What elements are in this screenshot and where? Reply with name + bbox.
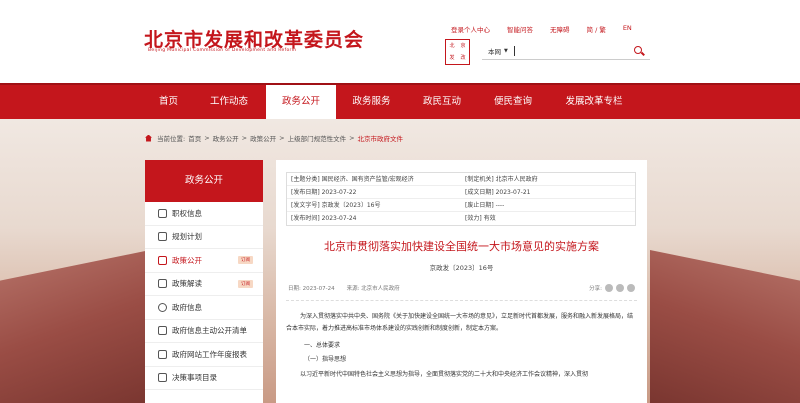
breadcrumb-item[interactable]: 政务公开 [213, 133, 239, 143]
share-bar: 分享: [589, 284, 635, 292]
document-title: 北京市贯彻落实加快建设全国统一大市场意见的实施方案 [324, 240, 599, 253]
meta-row: [发文字号] 京政发〔2023〕16号 [废止日期] ---- [287, 199, 635, 212]
main-nav: 首页 工作动态 政务公开 政务服务 政民互动 便民查询 发展改革专栏 [0, 83, 800, 119]
top-links: 登录个人中心 智能问答 无障碍 简 / 繁 EN [451, 24, 649, 34]
mail-icon [158, 255, 167, 265]
seal-logo: 北京 发改 [445, 39, 470, 65]
sidebar-item-decisions[interactable]: 决策事项目录 [145, 367, 263, 390]
share-weibo-icon[interactable] [616, 284, 624, 292]
divider [286, 300, 637, 301]
subscribe-badge[interactable]: 订阅 [238, 279, 253, 288]
breadcrumb-item[interactable]: 上级部门规范性文件 [288, 133, 347, 143]
intro-paragraph: 为深入贯彻落实中共中央、国务院《关于加快建设全国统一大市场的意见》，立足新时代首… [286, 313, 634, 332]
share-qzone-icon[interactable] [627, 284, 635, 292]
nav-column[interactable]: 发展改革专栏 [549, 85, 639, 119]
section-heading: 一、总体要求 [304, 342, 341, 349]
nav-work-news[interactable]: 工作动态 [192, 85, 266, 119]
nav-home[interactable]: 首页 [145, 85, 192, 119]
sidebar-item-annual-report[interactable]: 政府网站工作年度报表 [145, 343, 263, 367]
home-icon [145, 134, 152, 142]
share-wechat-icon[interactable] [605, 284, 613, 292]
sidebar-item-interpretation[interactable]: 政策解读 订阅 [145, 273, 263, 296]
person-icon [158, 208, 167, 218]
meta-row: [发布时间] 2023-07-24 [效力] 有效 [291, 215, 496, 222]
top-link-english[interactable]: EN [623, 24, 632, 34]
top-link-qa[interactable]: 智能问答 [507, 24, 533, 34]
site-header: 北京市发展和改革委员会 Beijing Municipal Commission… [0, 0, 800, 83]
sidebar-item-plans[interactable]: 规划计划 [145, 226, 263, 249]
top-link-language[interactable]: 简 / 繁 [587, 24, 606, 34]
document-icon [158, 326, 167, 336]
breadcrumb-item[interactable]: 首页 [188, 133, 201, 143]
search-input[interactable] [513, 45, 515, 56]
article-content: [主题分类] 国民经济、国有资产监管/宏观经济 [制定机关] 北京市人民政府 [… [276, 160, 647, 403]
meta-row: [发布日期] 2023-07-22 [成文日期] 2023-07-21 [287, 186, 635, 199]
nav-query[interactable]: 便民查询 [477, 85, 549, 119]
meta-row: [主题分类] 国民经济、国有资产监管/宏观经济 [制定机关] 北京市人民政府 [287, 173, 635, 186]
chevron-down-icon[interactable]: ▼ [504, 48, 508, 54]
sidebar-item-powers[interactable]: 职权信息 [145, 202, 263, 226]
breadcrumb-label: 当前位置: [157, 135, 186, 143]
edit-icon [158, 232, 167, 242]
report-icon [158, 349, 167, 359]
sidebar: 政务公开 职权信息 规划计划 政策公开 订阅 政策解读 订阅 政府信息 政府信息… [145, 160, 263, 403]
search-bar: 本网 ▼ [482, 42, 650, 60]
info-icon [158, 302, 167, 312]
document-number: 京政发〔2023〕16号 [429, 264, 494, 272]
nav-interaction[interactable]: 政民互动 [407, 85, 477, 119]
breadcrumb-current[interactable]: 北京市政府文件 [358, 133, 404, 143]
top-link-accessibility[interactable]: 无障碍 [550, 24, 570, 34]
chat-icon [158, 279, 167, 289]
body-paragraph: 以习近平新时代中国特色社会主义思想为指导，全面贯彻落实党的二十大和中央经济工作会… [300, 371, 589, 378]
site-subtitle: Beijing Municipal Commission of Developm… [148, 48, 297, 53]
nav-gov-services[interactable]: 政务服务 [336, 85, 407, 119]
sidebar-item-policy[interactable]: 政策公开 订阅 [145, 249, 263, 273]
list-icon [158, 373, 167, 383]
sidebar-item-public-list[interactable]: 政府信息主动公开清单 [145, 320, 263, 343]
document-source: 来源: 北京市人民政府 [346, 286, 400, 292]
breadcrumb-item[interactable]: 政策公开 [250, 133, 276, 143]
document-date: 日期: 2023-07-24 [288, 286, 335, 292]
sidebar-item-gov-info[interactable]: 政府信息 [145, 296, 263, 320]
document-info-bar: 日期: 2023-07-24 来源: 北京市人民政府 分享: [286, 284, 637, 292]
top-link-login[interactable]: 登录个人中心 [451, 24, 490, 34]
document-meta-table: [主题分类] 国民经济、国有资产监管/宏观经济 [制定机关] 北京市人民政府 [… [286, 172, 636, 226]
search-scope-select[interactable]: 本网 [488, 46, 501, 56]
search-icon[interactable] [634, 45, 644, 56]
subsection-heading: （一）指导思想 [304, 356, 347, 363]
nav-gov-affairs[interactable]: 政务公开 [266, 85, 336, 119]
sidebar-title: 政务公开 [145, 160, 263, 202]
subscribe-badge[interactable]: 订阅 [238, 256, 253, 265]
share-label: 分享: [589, 286, 602, 292]
breadcrumb: 当前位置: 首页 > 政务公开 > 政策公开 > 上级部门规范性文件 > 北京市政府文件 [145, 133, 406, 143]
